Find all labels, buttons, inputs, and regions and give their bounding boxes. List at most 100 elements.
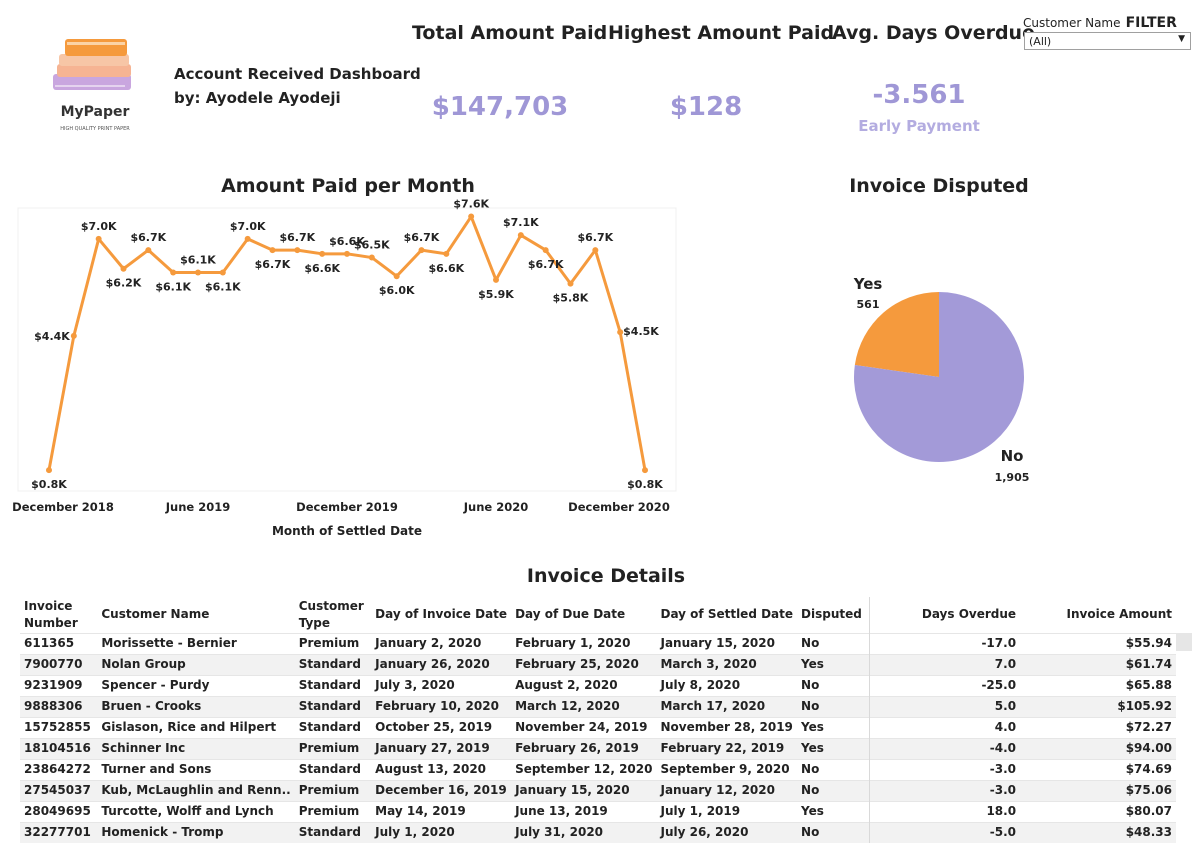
data-label: $6.1K [155, 280, 191, 293]
table-cell: July 8, 2020 [656, 674, 798, 696]
data-point[interactable] [443, 250, 450, 257]
column-header[interactable]: Customer Type [295, 597, 371, 633]
table-cell: January 12, 2020 [656, 779, 798, 801]
table-row[interactable]: 23864272 Turner and Sons Standard August 13… [20, 758, 1176, 780]
data-label: $6.7K [255, 258, 291, 271]
table-row[interactable]: 9231909 Spencer - Purdy Standard July 3, 20… [20, 674, 1176, 696]
column-header[interactable]: Days Overdue [869, 597, 1021, 633]
filter-header: Customer Name FILTER [1023, 12, 1177, 31]
data-point[interactable] [120, 265, 127, 272]
kpi-overdue-value: -3.561 [872, 80, 966, 110]
data-point[interactable] [46, 467, 52, 474]
data-point[interactable] [393, 273, 400, 280]
column-header[interactable]: Day of Settled Date [656, 597, 797, 633]
data-label: $6.7K [279, 231, 315, 244]
table-cell: February 22, 2019 [656, 737, 798, 759]
table-scrollbar[interactable] [1176, 633, 1192, 651]
plot-area [17, 207, 677, 492]
table-cell: July 1, 2019 [656, 800, 798, 822]
table-row[interactable]: 28049695 Turcotte, Wolff and Lynch Premium… [20, 800, 1176, 822]
table-cell: July 3, 2020 [371, 674, 512, 696]
table-cell: 23864272 [20, 758, 98, 780]
table-cell: No [797, 758, 870, 780]
table-row[interactable]: 32277701 Homenick - Tromp Standard July 1, … [20, 821, 1176, 843]
customer-filter-select[interactable]: (All) ▼ [1024, 32, 1191, 50]
x-tick-label: December 2019 [296, 500, 398, 514]
data-point[interactable] [170, 269, 177, 276]
table-cell: August 2, 2020 [511, 674, 657, 696]
table-cell: Standard [294, 695, 372, 717]
pie-chart-title: Invoice Disputed [849, 175, 1029, 197]
data-point[interactable] [95, 235, 102, 242]
column-header[interactable]: Invoice Amount [1020, 597, 1176, 633]
table-cell: $105.92 [1020, 695, 1176, 717]
data-point[interactable] [195, 269, 201, 276]
x-tick-label: December 2018 [12, 500, 114, 514]
data-point[interactable] [244, 235, 251, 242]
table-cell: August 13, 2020 [371, 758, 512, 780]
data-point[interactable] [219, 269, 226, 276]
data-point[interactable] [145, 247, 152, 254]
table-row[interactable]: 15752855 Gislason, Rice and Hilpert Standa… [20, 716, 1176, 738]
data-point[interactable] [642, 467, 648, 474]
table-cell: Standard [294, 653, 372, 675]
data-point[interactable] [368, 254, 375, 261]
table-cell: $72.27 [1020, 716, 1176, 738]
table-cell: -5.0 [869, 821, 1021, 843]
table-cell: Premium [294, 779, 372, 801]
table-cell: No [797, 821, 870, 843]
kpi-overdue-sub: Early Payment [858, 117, 980, 135]
column-header[interactable]: Invoice Number [20, 597, 97, 633]
data-point[interactable] [493, 276, 499, 283]
data-label: $6.7K [577, 231, 613, 244]
table-cell: $65.88 [1020, 674, 1176, 696]
table-cell: Yes [797, 716, 870, 738]
table-row[interactable]: 9888306 Bruen - Crooks Standard February 10… [20, 695, 1176, 717]
column-header[interactable]: Customer Name [97, 597, 294, 633]
data-label: $6.0K [379, 284, 415, 297]
table-row[interactable]: 18104516 Schinner Inc Premium January 27, 2… [20, 737, 1176, 759]
data-point[interactable] [517, 232, 524, 239]
data-label: $6.6K [428, 262, 464, 275]
table-cell: -25.0 [869, 674, 1021, 696]
column-header[interactable]: Day of Due Date [511, 597, 656, 633]
table-cell: 32277701 [20, 821, 98, 843]
data-label: $6.2K [106, 277, 142, 290]
data-label: $7.0K [81, 220, 117, 233]
data-label: $6.1K [180, 253, 216, 266]
data-point[interactable] [542, 247, 549, 254]
filter-selected-value: (All) [1029, 35, 1052, 48]
column-header[interactable]: Disputed [797, 597, 870, 633]
data-point[interactable] [294, 247, 301, 254]
table-cell: June 13, 2019 [511, 800, 657, 822]
table-cell: 18104516 [20, 737, 98, 759]
table-cell: October 25, 2019 [371, 716, 512, 738]
x-tick-label: June 2020 [463, 500, 528, 514]
data-point[interactable] [567, 280, 574, 287]
table-cell: Schinner Inc [97, 737, 295, 759]
data-point[interactable] [344, 250, 350, 257]
table-row[interactable]: 611365 Morissette - Bernier Premium January… [20, 632, 1176, 654]
data-label: $0.8K [627, 478, 663, 491]
data-label: $6.1K [205, 280, 241, 293]
table-cell: Morissette - Bernier [97, 632, 295, 654]
table-cell: March 3, 2020 [656, 653, 798, 675]
data-point[interactable] [418, 247, 425, 254]
data-point[interactable] [592, 247, 599, 254]
table-cell: Standard [294, 674, 372, 696]
table-cell: July 31, 2020 [511, 821, 657, 843]
table-cell: Bruen - Crooks [97, 695, 295, 717]
line-chart: $0.8K $4.4K $7.0K $6.2K $6.7K $6.1K $6.1K $6.1K… [12, 198, 677, 514]
table-cell: May 14, 2019 [371, 800, 512, 822]
data-point[interactable] [70, 332, 77, 339]
table-row[interactable]: 7900770 Nolan Group Standard January 26, 20… [20, 653, 1176, 675]
x-tick-label: June 2019 [165, 500, 230, 514]
data-point[interactable] [468, 213, 475, 220]
data-point[interactable] [319, 250, 326, 257]
table-cell: February 26, 2019 [511, 737, 657, 759]
data-point[interactable] [269, 247, 276, 254]
table-cell: February 10, 2020 [371, 695, 512, 717]
pie-chart: Yes 561 No 1,905 [853, 275, 1030, 484]
table-row[interactable]: 27545037 Kub, McLaughlin and Renn.. Premiu… [20, 779, 1176, 801]
column-header[interactable]: Day of Invoice Date [371, 597, 511, 633]
